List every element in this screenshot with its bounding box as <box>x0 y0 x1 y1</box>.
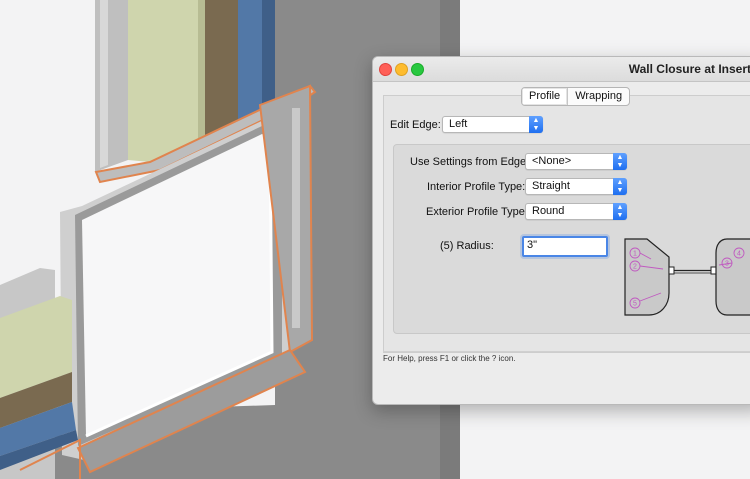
status-bar: For Help, press F1 or click the ? icon. <box>383 351 750 367</box>
select-arrows-icon: ▲ ▼ <box>613 153 627 170</box>
select-arrows-icon: ▲ ▼ <box>529 116 543 133</box>
profile-diagram: 1 2 3 4 5 <box>624 238 750 316</box>
title-bar: Wall Closure at Insert <box>373 57 750 82</box>
minimize-window-button[interactable] <box>395 63 408 76</box>
callout-3: 3 <box>725 261 729 268</box>
select-arrows-icon: ▲ ▼ <box>613 203 627 220</box>
wall-closure-dialog: Wall Closure at Insert Profile Wrapping … <box>372 56 750 405</box>
tab-bar: Profile Wrapping <box>521 87 631 106</box>
window-title: Wall Closure at Insert <box>628 62 750 76</box>
use-settings-select[interactable]: <None> ▲ ▼ <box>525 153 627 170</box>
upper-metal-flashing <box>95 0 128 172</box>
use-settings-label: Use Settings from Edge: <box>410 156 530 168</box>
close-window-button[interactable] <box>379 63 392 76</box>
radius-label: (5) Radius: <box>440 240 494 252</box>
tab-wrapping[interactable]: Wrapping <box>568 88 629 105</box>
radius-input[interactable]: 3" <box>522 236 608 257</box>
zoom-window-button[interactable] <box>411 63 424 76</box>
callout-5: 5 <box>633 301 637 308</box>
tab-profile[interactable]: Profile <box>522 88 569 105</box>
edit-edge-label: Edit Edge: <box>390 119 441 131</box>
select-arrows-icon: ▲ ▼ <box>613 178 627 195</box>
upper-mineral-wool <box>205 0 238 135</box>
interior-profile-shape <box>624 238 670 316</box>
callout-4: 4 <box>737 251 741 258</box>
callout-1: 1 <box>633 251 637 258</box>
exterior-profile-shape <box>715 238 750 316</box>
help-text: For Help, press F1 or click the ? icon. <box>383 354 516 363</box>
interior-profile-label: Interior Profile Type: <box>427 181 526 193</box>
exterior-profile-select[interactable]: Round ▲ ▼ <box>525 203 627 220</box>
edit-edge-select[interactable]: Left ▲ ▼ <box>442 116 543 133</box>
callout-2: 2 <box>633 264 637 271</box>
interior-profile-select[interactable]: Straight ▲ ▼ <box>525 178 627 195</box>
upper-insulation <box>128 0 205 162</box>
exterior-profile-label: Exterior Profile Type: <box>426 206 528 218</box>
